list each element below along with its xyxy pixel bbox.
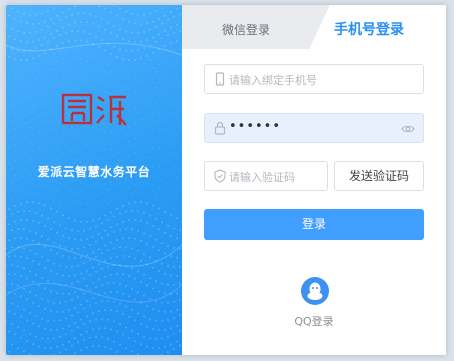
login-card: 爱派云智慧水务平台 微信登录 手机号登录 请输入绑定手机号 •••••• 请输入… bbox=[6, 5, 446, 355]
login-panel: 微信登录 手机号登录 请输入绑定手机号 •••••• 请输入验证码 发送验证码 … bbox=[182, 5, 446, 355]
phone-input[interactable]: 请输入绑定手机号 bbox=[204, 64, 424, 94]
tab-wechat-login[interactable]: 微信登录 bbox=[182, 5, 330, 49]
tab-wechat-label: 微信登录 bbox=[222, 23, 271, 37]
qq-login-label[interactable]: QQ登录 bbox=[182, 313, 446, 329]
eye-icon[interactable] bbox=[401, 122, 415, 136]
phone-placeholder: 请输入绑定手机号 bbox=[229, 74, 317, 87]
platform-name: 爱派云智慧水务平台 bbox=[37, 165, 151, 179]
mobile-phone-icon bbox=[215, 72, 225, 86]
tab-phone-label: 手机号登录 bbox=[334, 22, 404, 38]
password-value: •••••• bbox=[229, 119, 282, 134]
shield-check-icon bbox=[214, 169, 226, 183]
qq-icon[interactable] bbox=[301, 277, 329, 305]
code-placeholder: 请输入验证码 bbox=[229, 171, 295, 184]
verification-code-input[interactable]: 请输入验证码 bbox=[204, 161, 328, 191]
password-input[interactable]: •••••• bbox=[204, 113, 424, 143]
brand-logo bbox=[61, 93, 127, 126]
lock-icon bbox=[214, 121, 226, 135]
tab-phone-login[interactable]: 手机号登录 bbox=[312, 5, 446, 49]
send-code-button[interactable]: 发送验证码 bbox=[334, 161, 424, 191]
login-button[interactable]: 登录 bbox=[204, 209, 424, 240]
dot-wave-pattern bbox=[6, 5, 182, 355]
brand-panel: 爱派云智慧水务平台 bbox=[6, 5, 182, 355]
login-tabs: 微信登录 手机号登录 bbox=[182, 5, 446, 49]
